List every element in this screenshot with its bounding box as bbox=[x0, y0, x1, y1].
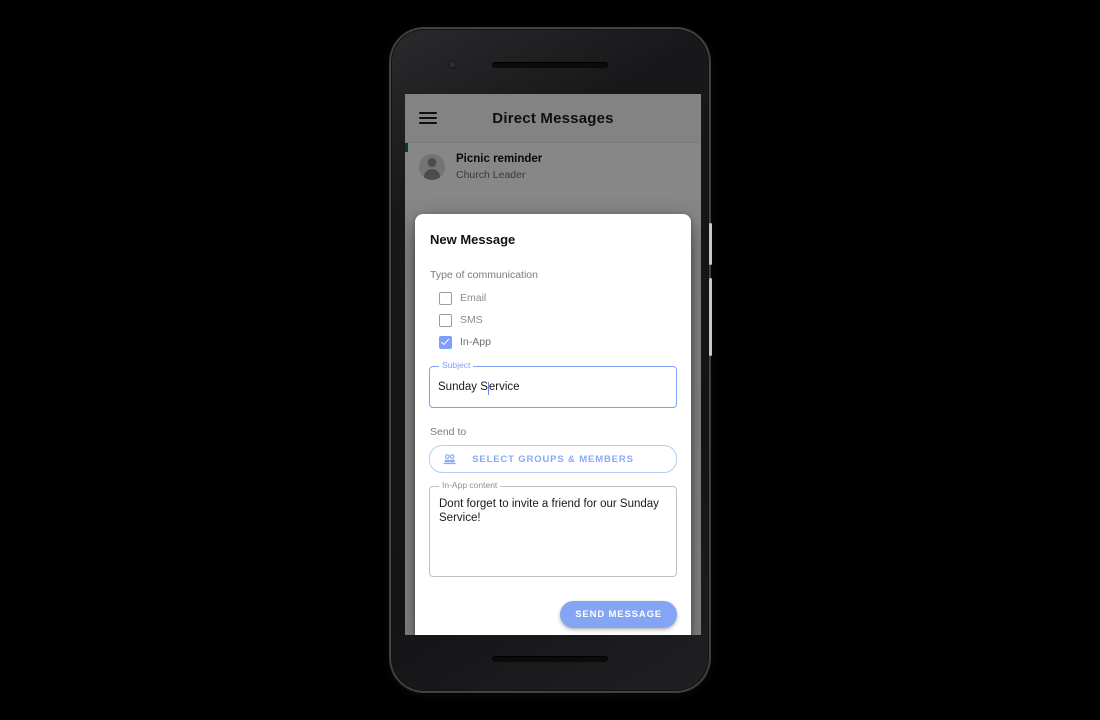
select-groups-members-button[interactable]: SELECT GROUPS & MEMBERS bbox=[429, 445, 677, 473]
phone-body: Direct Messages Picnic reminder Church L… bbox=[393, 31, 707, 689]
checkbox-label-sms: SMS bbox=[460, 314, 483, 326]
earpiece-speaker-icon bbox=[492, 62, 608, 68]
phone-device-frame: Direct Messages Picnic reminder Church L… bbox=[390, 28, 712, 692]
bottom-speaker-icon bbox=[492, 656, 608, 662]
checkbox-sms[interactable] bbox=[439, 313, 452, 327]
in-app-content-outline: In-App content Dont forget to invite a f… bbox=[429, 481, 677, 577]
subject-value-after-caret: ervice bbox=[488, 381, 520, 393]
checkbox-row-sms[interactable]: SMS bbox=[439, 309, 677, 331]
volume-button[interactable] bbox=[709, 278, 712, 356]
subject-field-legend: Subject bbox=[439, 361, 474, 370]
subject-input[interactable]: Sunday Service bbox=[430, 367, 676, 407]
dialog-title: New Message bbox=[430, 232, 516, 247]
subject-field-outline: Subject Sunday Service bbox=[429, 361, 677, 408]
send-to-label: Send to bbox=[430, 426, 467, 438]
checkbox-label-email: Email bbox=[460, 292, 487, 304]
checkbox-label-in-app: In-App bbox=[460, 336, 491, 348]
subject-value-before-caret: Sunday S bbox=[438, 381, 488, 393]
in-app-content-field[interactable]: In-App content Dont forget to invite a f… bbox=[429, 481, 677, 577]
checkbox-in-app[interactable] bbox=[439, 335, 452, 349]
dialog-actions: SEND MESSAGE bbox=[429, 601, 677, 628]
checkbox-email[interactable] bbox=[439, 291, 452, 305]
canvas-background: Direct Messages Picnic reminder Church L… bbox=[0, 0, 1100, 720]
power-button[interactable] bbox=[709, 223, 712, 265]
send-message-button[interactable]: SEND MESSAGE bbox=[560, 601, 677, 628]
in-app-content-textarea[interactable]: Dont forget to invite a friend for our S… bbox=[430, 487, 676, 576]
checkbox-row-email[interactable]: Email bbox=[439, 287, 677, 309]
checkbox-row-in-app[interactable]: In-App bbox=[439, 331, 677, 353]
new-message-dialog: New Message Type of communication Email … bbox=[415, 214, 691, 635]
phone-screen: Direct Messages Picnic reminder Church L… bbox=[405, 94, 701, 635]
subject-field[interactable]: Subject Sunday Service bbox=[429, 361, 677, 408]
select-groups-members-label: SELECT GROUPS & MEMBERS bbox=[472, 453, 634, 465]
group-people-icon bbox=[442, 453, 457, 465]
comm-type-label: Type of communication bbox=[430, 269, 538, 281]
in-app-content-legend: In-App content bbox=[439, 481, 501, 490]
camera-icon bbox=[448, 60, 457, 69]
